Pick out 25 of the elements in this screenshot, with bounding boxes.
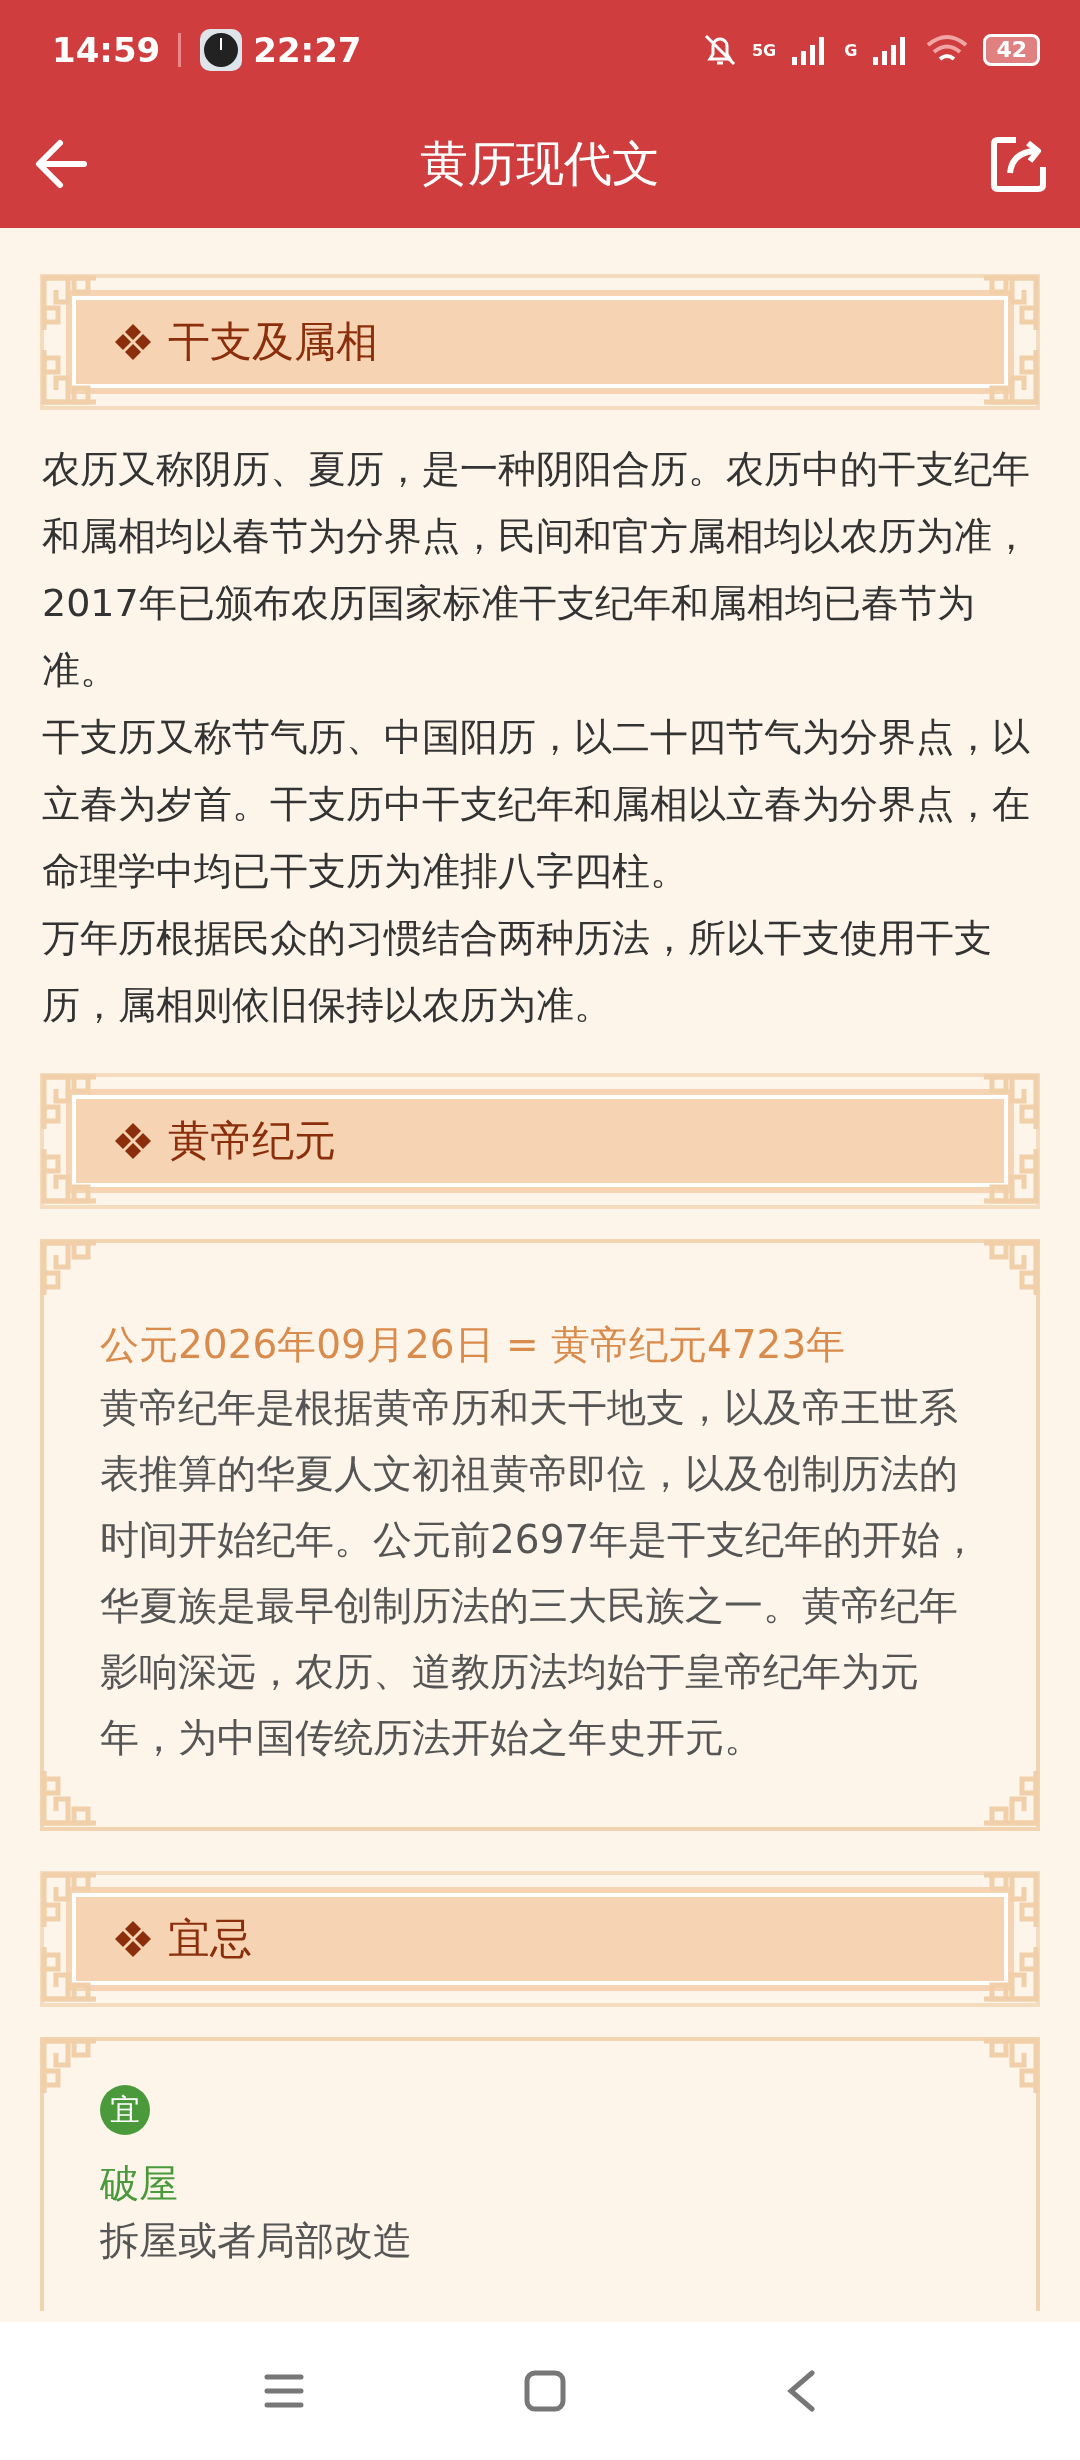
clock-time: 22:27 (253, 30, 362, 70)
paragraph: 黄帝纪年是根据黄帝历和天干地支，以及帝王世系表推算的华夏人文初祖黄帝即位，以及创制历法的时间开始纪年。公元前2697年是干支纪年的开始，华夏族是最早创制历法的三大民族之一。黄帝纪年影响深远，农历、道教历法均始于皇帝纪年为元年，为中国传统历法开始之年史开元。 (100, 1384, 980, 1762)
badge: 宜 (100, 2085, 150, 2135)
share-button[interactable] (990, 135, 1048, 193)
item-description: 拆屋或者局部改造 (100, 2217, 413, 2265)
paragraph: 农历又称阴历、夏历，是一种阴阳合历。农历中的干支纪年和属相均以春节为分界点，民间和官方属相均以农历为准，2017年已颁布农历国家标准干支纪年和属相均已春节为准。 (42, 446, 1031, 694)
section-title: 黄帝纪元 (168, 1115, 336, 1167)
section-title: 干支及属相 (168, 316, 378, 368)
network-label: G (844, 40, 858, 60)
diamond-icon (114, 1122, 152, 1160)
diamond-icon (114, 1920, 152, 1958)
back-nav-button[interactable] (786, 2370, 816, 2412)
network-label: 5G (751, 40, 777, 60)
diamond-icon (114, 323, 152, 361)
section-title: 宜忌 (168, 1913, 252, 1965)
menu-button[interactable] (264, 2373, 304, 2409)
home-button[interactable] (524, 2370, 566, 2412)
time: 14:59 (52, 30, 161, 70)
paragraph: 万年历根据民众的习惯结合两种历法，所以干支使用干支历，属相则依旧保持以农历为准。 (42, 915, 993, 1029)
battery-icon: 42 (983, 34, 1040, 66)
paragraph: 干支历又称节气历、中国阳历，以二十四节气为分界点，以立春为岁首。干支历中干支纪年和属相以立春为分界点，在命理学中均已干支历为准排八字四柱。 (42, 714, 1031, 895)
page-title: 黄历现代文 (419, 134, 661, 193)
date-conversion: 公元2026年09月26日 = 黄帝纪元4723年 (100, 1321, 847, 1369)
item-name: 破屋 (100, 2160, 179, 2208)
clock-app-icon (199, 28, 244, 72)
